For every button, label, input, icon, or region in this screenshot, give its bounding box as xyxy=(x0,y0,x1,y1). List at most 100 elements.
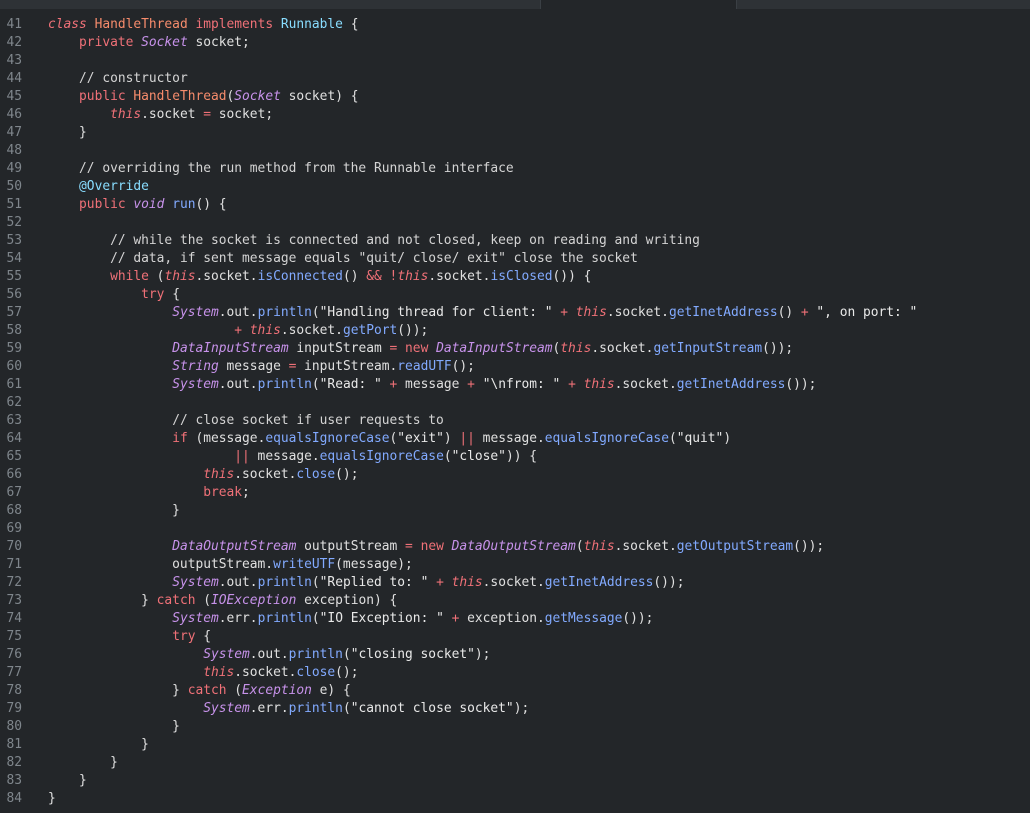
code-token: ); xyxy=(513,701,530,716)
code-line[interactable]: 65 || message.equalsIgnoreCase("close"))… xyxy=(0,448,1030,466)
code-token: println xyxy=(257,377,312,392)
code-line[interactable]: 71 outputStream.writeUTF(message); xyxy=(0,556,1030,574)
code-token: DataInputStream xyxy=(172,341,289,356)
code-line[interactable]: 67 break; xyxy=(0,484,1030,502)
code-token: + xyxy=(436,575,444,590)
code-token: // overriding the run method from the Ru… xyxy=(79,161,514,176)
code-line[interactable]: 83 } xyxy=(0,772,1030,790)
line-code: } xyxy=(48,790,56,808)
code-line[interactable]: 43 xyxy=(0,52,1030,70)
line-code: this.socket = socket; xyxy=(48,106,273,124)
line-code: this.socket.close(); xyxy=(48,466,358,484)
code-line[interactable]: 61 System.out.println("Read: " + message… xyxy=(0,376,1030,394)
code-line[interactable]: 59 DataInputStream inputStream = new Dat… xyxy=(0,340,1030,358)
code-token: getOutputStream xyxy=(676,539,794,554)
code-token: equalsIgnoreCase xyxy=(319,449,444,464)
code-line[interactable]: 63 // close socket if user requests to xyxy=(0,412,1030,430)
code-token: isClosed xyxy=(490,269,553,284)
code-line[interactable]: 72 System.out.println("Replied to: " + t… xyxy=(0,574,1030,592)
code-line[interactable]: 46 this.socket = socket; xyxy=(0,106,1030,124)
code-token: this xyxy=(203,467,235,482)
code-token: + xyxy=(467,377,475,392)
code-line[interactable]: 74 System.err.println("IO Exception: " +… xyxy=(0,610,1030,628)
code-line[interactable]: 42 private Socket socket; xyxy=(0,34,1030,52)
code-line[interactable]: 77 this.socket.close(); xyxy=(0,664,1030,682)
code-token: socket) { xyxy=(280,89,359,104)
code-line[interactable]: 55 while (this.socket.isConnected() && !… xyxy=(0,268,1030,286)
code-line[interactable]: 78 } catch (Exception e) { xyxy=(0,682,1030,700)
code-line[interactable]: 47 } xyxy=(0,124,1030,142)
line-number: 45 xyxy=(6,89,22,104)
code-token: catch xyxy=(156,593,196,608)
code-line[interactable]: 45 public HandleThread(Socket socket) { xyxy=(0,88,1030,106)
code-editor[interactable]: 41 class HandleThread implements Runnable… xyxy=(0,16,1030,813)
code-line[interactable]: 69 xyxy=(0,520,1030,538)
code-line[interactable]: 54 // data, if sent message equals "quit… xyxy=(0,250,1030,268)
line-code: } xyxy=(48,718,180,736)
code-token: || xyxy=(234,449,250,464)
code-token: this xyxy=(249,323,281,338)
code-line[interactable]: 70 DataOutputStream outputStream = new D… xyxy=(0,538,1030,556)
code-token: public xyxy=(79,197,126,212)
code-line[interactable]: 84} xyxy=(0,790,1030,808)
code-line[interactable]: 41 class HandleThread implements Runnable… xyxy=(0,16,1030,34)
line-number: 72 xyxy=(6,575,22,590)
line-number: 78 xyxy=(6,683,22,698)
code-token: ()); xyxy=(622,611,654,626)
code-token: exception. xyxy=(459,611,545,626)
code-line[interactable]: 73 } catch (IOException exception) { xyxy=(0,592,1030,610)
code-token: .socket. xyxy=(428,269,491,284)
code-token: DataOutputStream xyxy=(451,539,576,554)
code-line[interactable]: 79 System.err.println("cannot close sock… xyxy=(0,700,1030,718)
code-line[interactable]: 44 // constructor xyxy=(0,70,1030,88)
code-line[interactable]: 62 xyxy=(0,394,1030,412)
code-line[interactable]: 56 try { xyxy=(0,286,1030,304)
code-line[interactable]: 66 this.socket.close(); xyxy=(0,466,1030,484)
line-number: 54 xyxy=(6,251,22,266)
line-number: 65 xyxy=(6,449,22,464)
code-token: ( xyxy=(226,683,243,698)
code-token: getPort xyxy=(342,323,398,338)
code-line[interactable]: 50 @Override xyxy=(0,178,1030,196)
code-token: (message); xyxy=(335,557,413,572)
line-code: System.out.println("closing socket"); xyxy=(48,646,490,664)
code-line[interactable]: 52 xyxy=(0,214,1030,232)
code-token: } xyxy=(48,737,149,752)
code-token: () xyxy=(777,305,801,320)
code-line[interactable]: 51 public void run() { xyxy=(0,196,1030,214)
tab-right[interactable] xyxy=(737,0,1030,9)
tab-left[interactable] xyxy=(0,0,541,9)
code-token: class xyxy=(48,17,87,32)
tab-active[interactable] xyxy=(541,0,737,9)
code-line[interactable]: 82 } xyxy=(0,754,1030,772)
code-token: "\nfrom: " xyxy=(482,377,561,392)
line-number: 49 xyxy=(6,161,22,176)
code-line[interactable]: 53 // while the socket is connected and … xyxy=(0,232,1030,250)
code-token: "quit" xyxy=(676,431,724,446)
code-line[interactable]: 49 // overriding the run method from the… xyxy=(0,160,1030,178)
code-token: .out. xyxy=(218,305,258,320)
code-line[interactable]: 80 } xyxy=(0,718,1030,736)
code-line[interactable]: 48 xyxy=(0,142,1030,160)
code-line[interactable]: 58 + this.socket.getPort()); xyxy=(0,322,1030,340)
code-line[interactable]: 75 try { xyxy=(0,628,1030,646)
code-line[interactable]: 57 System.out.println("Handling thread f… xyxy=(0,304,1030,322)
code-line[interactable]: 60 String message = inputStream.readUTF(… xyxy=(0,358,1030,376)
code-token: Socket xyxy=(141,35,188,50)
code-line[interactable]: 76 System.out.println("closing socket"); xyxy=(0,646,1030,664)
code-line[interactable]: 68 } xyxy=(0,502,1030,520)
code-token: run xyxy=(172,197,196,212)
code-line[interactable]: 64 if (message.equalsIgnoreCase("exit") … xyxy=(0,430,1030,448)
line-code: } xyxy=(48,772,87,790)
code-line[interactable]: 81 } xyxy=(0,736,1030,754)
line-code: System.out.println("Handling thread for … xyxy=(48,304,917,322)
